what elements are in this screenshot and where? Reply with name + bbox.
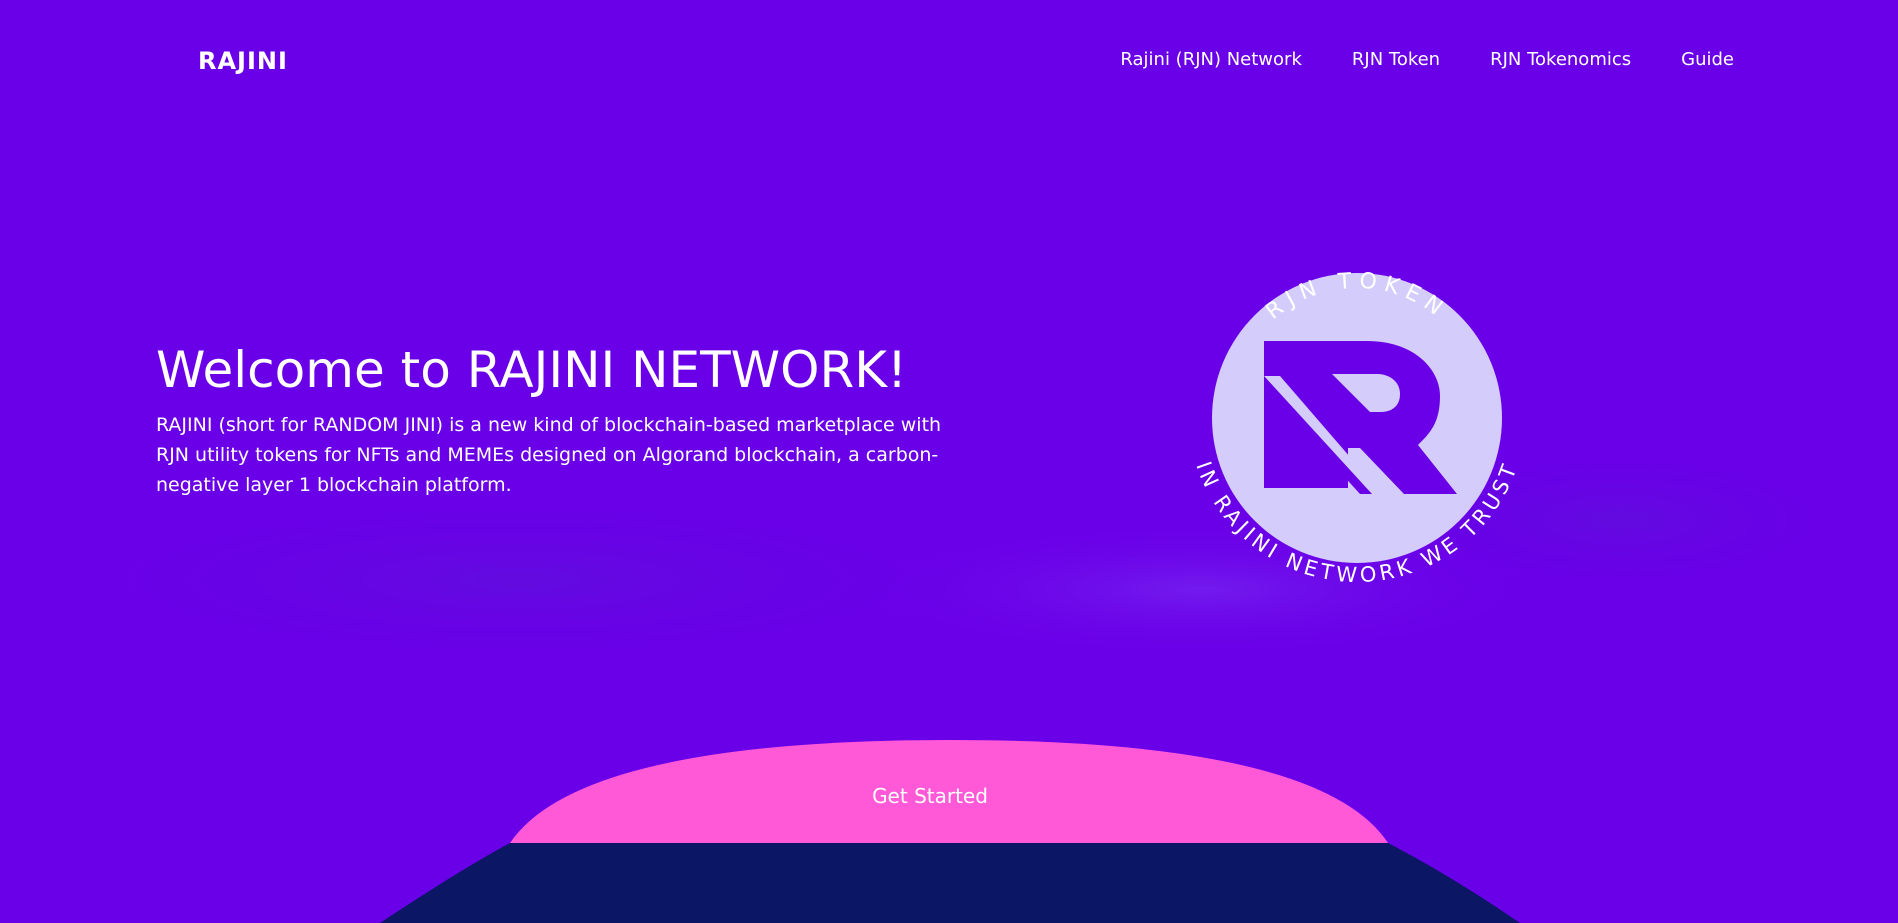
nav-item-rajini-network[interactable]: Rajini (RJN) Network: [1120, 48, 1301, 72]
nav-item-rjn-tokenomics[interactable]: RJN Tokenomics: [1490, 48, 1631, 72]
nav-item-rjn-token[interactable]: RJN Token: [1352, 48, 1440, 72]
landing-page: RAJINI Rajini (RJN) Network RJN Token RJ…: [0, 0, 1898, 923]
rjn-token-badge: RJN TOKEN IN RAJINI NETWORK WE TRUST: [1172, 228, 1542, 598]
rajini-logo[interactable]: RAJINI: [198, 46, 288, 76]
hero-title: Welcome to RAJINI NETWORK!: [156, 341, 908, 399]
main-nav: Rajini (RJN) Network RJN Token RJN Token…: [1120, 48, 1734, 72]
rjn-token-badge-graphic: RJN TOKEN IN RAJINI NETWORK WE TRUST: [1191, 269, 1518, 588]
nav-item-guide[interactable]: Guide: [1681, 48, 1734, 72]
hero-description: RAJINI (short for RANDOM JINI) is a new …: [156, 414, 942, 496]
footer-navy-shape: [380, 843, 1520, 923]
get-started-button[interactable]: Get Started: [830, 778, 1030, 814]
